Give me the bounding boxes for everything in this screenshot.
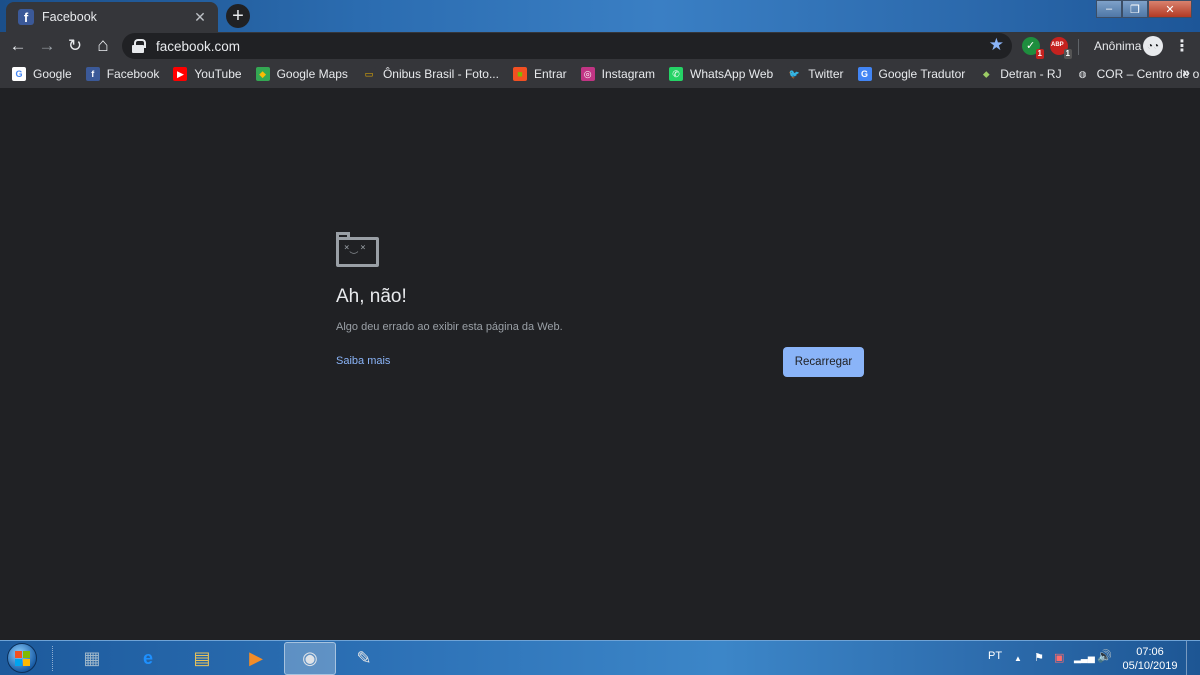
browser-toolbar: ← → ↻ ⌂ facebook.com ★ ✓ 1 ABP 1 Anônima… (0, 32, 1200, 60)
tab-title: Facebook (42, 10, 97, 24)
bookmark-label: Facebook (106, 67, 160, 81)
bookmark-label: Instagram (601, 67, 656, 81)
home-button[interactable]: ⌂ (91, 34, 115, 58)
internet-explorer-app[interactable]: e (122, 642, 174, 675)
adblock-label: ABP (1051, 42, 1064, 48)
tab-close-icon[interactable]: ✕ (192, 9, 208, 26)
bookmark-google[interactable]: G Google (12, 67, 72, 81)
new-tab-button[interactable]: + (226, 4, 250, 28)
reload-button[interactable]: ↻ (63, 34, 87, 58)
calculator-icon: ▦ (83, 648, 101, 668)
bookmark-maps[interactable]: ◆ Google Maps (255, 67, 348, 81)
tab-facebook[interactable]: f Facebook ✕ (6, 2, 218, 32)
facebook-icon: f (85, 67, 100, 81)
close-window-button[interactable]: ✕ (1148, 0, 1192, 18)
toolbar-separator (1078, 39, 1079, 55)
forward-button[interactable]: → (35, 34, 59, 58)
extension-badge: 1 (1063, 49, 1072, 59)
youtube-icon: ▶ (173, 67, 188, 81)
adblock-extension-icon[interactable]: ABP 1 (1050, 37, 1072, 59)
show-hidden-icons-icon[interactable]: ▲ (1014, 654, 1022, 663)
window-controls: – ❐ ✕ (1096, 0, 1192, 18)
globe-icon: ◍ (1075, 67, 1090, 81)
bookmark-microsoft[interactable]: ■ Entrar (512, 67, 567, 81)
twitter-icon: 🐦 (787, 67, 802, 81)
volume-icon[interactable]: 🔊 (1097, 649, 1112, 663)
bookmark-bus[interactable]: ▭ Ônibus Brasil - Foto... (361, 67, 499, 81)
incognito-icon[interactable]: ◔◔ (1143, 36, 1163, 56)
network-signal-icon[interactable]: ▂▃▅ (1074, 653, 1095, 664)
paint-icon: ✎ (356, 648, 372, 668)
chrome-icon: ◉ (302, 648, 318, 668)
bookmark-label: Google Maps (276, 67, 348, 81)
action-center-flag-icon[interactable]: ⚑ (1034, 651, 1044, 664)
bookmark-translate[interactable]: G Google Tradutor (857, 67, 966, 81)
calculator-app[interactable]: ▦ (66, 642, 118, 675)
bookmark-facebook[interactable]: f Facebook (85, 67, 160, 81)
bookmark-star-icon[interactable]: ★ (989, 35, 1004, 55)
taskbar-grip (52, 646, 55, 671)
bookmark-instagram[interactable]: ◎ Instagram (580, 67, 656, 81)
bookmark-label: YouTube (194, 67, 242, 81)
address-url[interactable]: facebook.com (156, 39, 240, 54)
windows-logo-icon (7, 643, 37, 673)
error-description: Algo deu errado ao exibir esta página da… (336, 321, 563, 333)
maximize-button[interactable]: ❐ (1122, 0, 1148, 18)
browser-title-bar: f Facebook ✕ + – ❐ ✕ (0, 0, 1200, 32)
bookmark-label: Detran - RJ (1000, 67, 1062, 81)
bus-icon: ▭ (361, 67, 376, 81)
windows-taskbar: PT ▲ ⚑ ▣ ▂▃▅ 🔊 07:06 05/10/2019 ▦ e ▤ ▶ ◉ ✎ (0, 640, 1200, 675)
chrome-app[interactable]: ◉ (284, 642, 336, 675)
lock-icon[interactable] (132, 39, 146, 53)
bookmark-label: Google (33, 67, 72, 81)
page-content: × × ︶ Ah, não! Algo deu errado ao exibir… (0, 88, 1200, 640)
language-indicator[interactable]: PT (988, 650, 1002, 662)
bookmarks-overflow-button[interactable]: » (1182, 64, 1190, 80)
media-player-icon: ▶ (249, 648, 263, 668)
bookmark-twitter[interactable]: 🐦 Twitter (787, 67, 844, 81)
bookmark-whatsapp[interactable]: ✆ WhatsApp Web (669, 67, 773, 81)
maps-icon: ◆ (255, 67, 270, 81)
sad-tab-icon: × × ︶ (336, 232, 379, 267)
bookmark-label: Google Tradutor (878, 67, 966, 81)
clock-date: 05/10/2019 (1122, 660, 1178, 672)
minimize-button[interactable]: – (1096, 0, 1122, 18)
file-explorer-app[interactable]: ▤ (176, 642, 228, 675)
system-clock[interactable]: 07:06 05/10/2019 (1122, 645, 1178, 673)
facebook-favicon-icon: f (18, 9, 34, 25)
bookmark-label: Ônibus Brasil - Foto... (382, 67, 499, 81)
bookmark-label: Twitter (808, 67, 844, 81)
bookmark-detran[interactable]: ⬥ Detran - RJ (979, 67, 1062, 81)
start-button[interactable] (2, 641, 42, 675)
instagram-icon: ◎ (580, 67, 595, 81)
google-icon: G (12, 67, 26, 81)
detran-icon: ⬥ (979, 67, 994, 81)
extension-badge: 1 (1035, 49, 1044, 59)
bookmark-label: Entrar (533, 67, 567, 81)
clock-time: 07:06 (1136, 646, 1164, 658)
bookmark-label: WhatsApp Web (690, 67, 774, 81)
internet-explorer-icon: e (142, 648, 153, 668)
file-explorer-icon: ▤ (193, 648, 211, 668)
paint-app[interactable]: ✎ (338, 642, 390, 675)
shield-extension-icon[interactable]: ✓ 1 (1022, 37, 1044, 59)
error-title: Ah, não! (336, 286, 407, 307)
security-tray-icon[interactable]: ▣ (1054, 651, 1064, 664)
reload-page-button[interactable]: Recarregar (783, 347, 864, 377)
translate-icon: G (857, 67, 872, 81)
back-button[interactable]: ← (6, 34, 30, 58)
browser-menu-button[interactable]: ⋮ (1172, 36, 1192, 56)
whatsapp-icon: ✆ (669, 67, 684, 81)
learn-more-link[interactable]: Saiba mais (336, 355, 390, 367)
bookmarks-bar: G Google f Facebook ▶ YouTube ◆ Google Maps ▭ Ôni… (0, 60, 1200, 88)
sad-face-glyph: × × ︶ (344, 243, 366, 262)
microsoft-icon: ■ (512, 67, 527, 81)
profile-label[interactable]: Anônima (1094, 39, 1141, 53)
address-bar[interactable]: facebook.com ★ (122, 33, 1012, 59)
media-player-app[interactable]: ▶ (230, 642, 282, 675)
show-desktop-button[interactable] (1186, 641, 1200, 675)
bookmark-youtube[interactable]: ▶ YouTube (173, 67, 242, 81)
